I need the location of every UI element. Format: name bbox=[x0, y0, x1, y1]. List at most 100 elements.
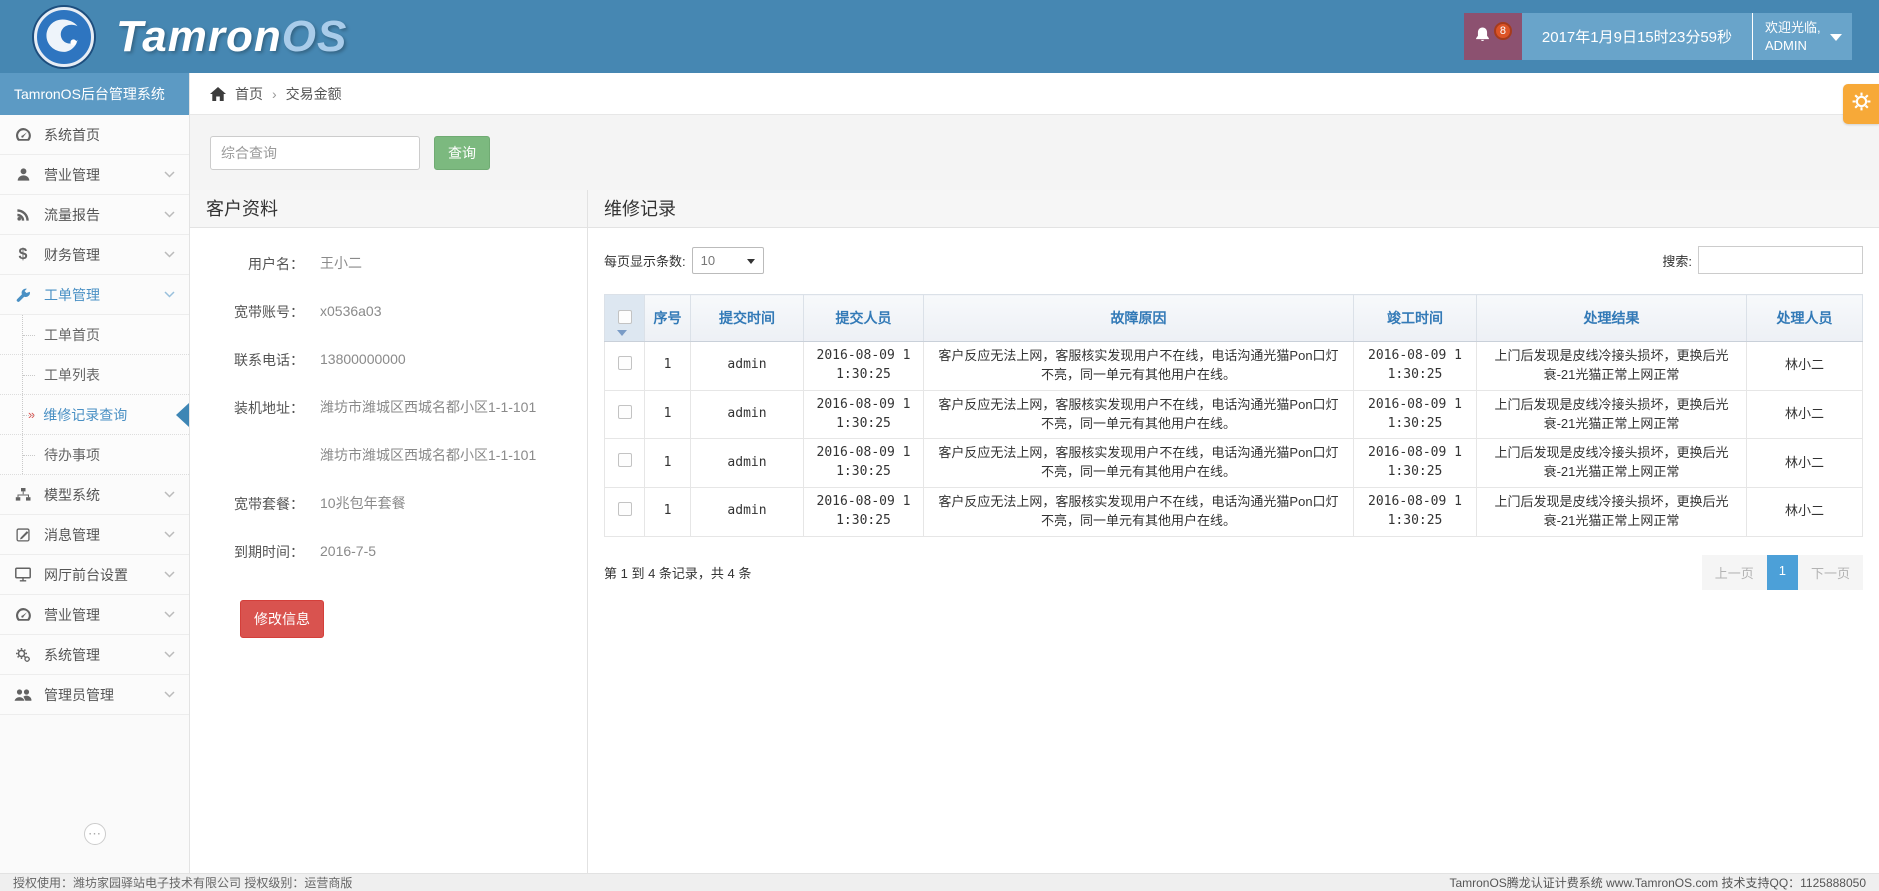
chevron-down-icon bbox=[164, 611, 175, 618]
cell-fault: 客户反应无法上网，客服核实发现用户不在线，电话沟通光猫Pon口灯不亮，同一单元有… bbox=[924, 439, 1354, 488]
dashboard-icon bbox=[14, 127, 32, 143]
table-row: 1 admin 2016-08-09 11:30:25 客户反应无法上网，客服核… bbox=[605, 390, 1863, 439]
sidebar-item-portal-settings[interactable]: 网厅前台设置 bbox=[0, 555, 189, 595]
sidebar-item-work-orders[interactable]: 工单管理 bbox=[0, 275, 189, 315]
chevron-down-icon bbox=[164, 531, 175, 538]
table-search-input[interactable] bbox=[1698, 246, 1863, 274]
sidebar-item-business[interactable]: 营业管理 bbox=[0, 155, 189, 195]
notification-badge: 8 bbox=[1494, 22, 1512, 40]
prev-page-button[interactable]: 上一页 bbox=[1702, 555, 1767, 590]
field-username: 用户名： 王小二 bbox=[208, 254, 569, 274]
field-phone: 联系电话： 13800000000 bbox=[208, 350, 569, 370]
cell-result: 上门后发现是皮线冷接头损坏，更换后光衰-21光猫正常上网正常 bbox=[1477, 342, 1747, 391]
sidebar-item-dashboard[interactable]: 系统首页 bbox=[0, 115, 189, 155]
field-install-address: 装机地址： 潍坊市潍城区西城名都小区1-1-101 bbox=[208, 398, 569, 418]
row-checkbox[interactable] bbox=[618, 502, 632, 516]
chevron-down-icon bbox=[164, 651, 175, 658]
sidebar: TamronOS后台管理系统 系统首页 营业管理 流量报告 $ 财务管理 工单管… bbox=[0, 73, 190, 873]
repair-records-table: 序号 提交时间 提交人员 故障原因 竣工时间 处理结果 处理人员 bbox=[604, 294, 1863, 537]
cell-finish-time: 2016-08-09 11:30:25 bbox=[1354, 488, 1477, 537]
dollar-icon: $ bbox=[14, 247, 32, 263]
active-notch-icon bbox=[176, 403, 189, 427]
next-page-button[interactable]: 下一页 bbox=[1798, 555, 1863, 590]
cell-finish-time: 2016-08-09 11:30:25 bbox=[1354, 439, 1477, 488]
row-checkbox[interactable] bbox=[618, 405, 632, 419]
caret-down-icon bbox=[1830, 34, 1842, 41]
sidebar-collapse-button[interactable]: ⋯ bbox=[84, 823, 106, 845]
select-all-header[interactable] bbox=[605, 295, 645, 342]
breadcrumb-separator: › bbox=[272, 86, 277, 102]
active-marker-icon: » bbox=[28, 407, 35, 422]
cell-submit-time: 2016-08-09 11:30:25 bbox=[804, 439, 924, 488]
breadcrumb-home-link[interactable]: 首页 bbox=[235, 84, 263, 104]
search-button[interactable]: 查询 bbox=[434, 136, 490, 170]
footer-product-text: TamronOS腾龙认证计费系统 www.TamronOS.com 技术支持QQ… bbox=[1449, 874, 1866, 891]
field-broadband-account: 宽带账号： x0536a03 bbox=[208, 302, 569, 322]
col-result[interactable]: 处理结果 bbox=[1477, 295, 1747, 342]
cell-seq: 1 bbox=[645, 439, 691, 488]
chevron-down-icon bbox=[164, 571, 175, 578]
cell-submit-time: 2016-08-09 11:30:25 bbox=[804, 488, 924, 537]
col-fault-reason[interactable]: 故障原因 bbox=[924, 295, 1354, 342]
field-broadband-plan: 宽带套餐： 10兆包年套餐 bbox=[208, 494, 569, 514]
brand: TamronOS bbox=[0, 7, 347, 67]
sort-caret-icon bbox=[617, 330, 627, 336]
submenu-item-repair-records[interactable]: » 维修记录查询 bbox=[0, 395, 189, 435]
notifications-button[interactable]: 8 bbox=[1464, 13, 1522, 60]
top-header: TamronOS 8 2017年1月9日15时23分59秒 欢迎光临, ADMI… bbox=[0, 0, 1879, 73]
sidebar-item-model-system[interactable]: 模型系统 bbox=[0, 475, 189, 515]
wrench-icon bbox=[14, 287, 32, 303]
cell-handler: 林小二 bbox=[1747, 488, 1863, 537]
welcome-text: 欢迎光临, bbox=[1765, 19, 1821, 37]
cell-seq: 1 bbox=[645, 390, 691, 439]
sidebar-item-finance[interactable]: $ 财务管理 bbox=[0, 235, 189, 275]
sidebar-item-traffic-report[interactable]: 流量报告 bbox=[0, 195, 189, 235]
global-search-input[interactable] bbox=[210, 136, 420, 170]
table-row: 1 admin 2016-08-09 11:30:25 客户反应无法上网，客服核… bbox=[605, 342, 1863, 391]
user-menu[interactable]: 欢迎光临, ADMIN bbox=[1752, 13, 1852, 60]
repair-records-panel: 维修记录 每页显示条数: 10 搜索: bbox=[587, 190, 1879, 873]
home-icon bbox=[210, 87, 226, 101]
sidebar-item-admin-management[interactable]: 管理员管理 bbox=[0, 675, 189, 715]
col-submit-time[interactable]: 提交时间 bbox=[691, 295, 804, 342]
cell-submitter: admin bbox=[691, 390, 804, 439]
rss-icon bbox=[14, 207, 32, 223]
col-seq[interactable]: 序号 bbox=[645, 295, 691, 342]
chevron-down-icon bbox=[164, 491, 175, 498]
col-finish-time[interactable]: 竣工时间 bbox=[1354, 295, 1477, 342]
page-1-button[interactable]: 1 bbox=[1767, 555, 1798, 590]
sidebar-item-business-2[interactable]: 营业管理 bbox=[0, 595, 189, 635]
row-checkbox[interactable] bbox=[618, 453, 632, 467]
cell-submit-time: 2016-08-09 11:30:25 bbox=[804, 342, 924, 391]
cell-handler: 林小二 bbox=[1747, 390, 1863, 439]
footer-license-text: 授权使用：潍坊家园驿站电子技术有限公司 授权级别：运营商版 bbox=[13, 874, 352, 891]
customer-panel-title: 客户资料 bbox=[190, 190, 587, 228]
page-size-label: 每页显示条数: bbox=[604, 251, 686, 270]
submenu-item-workorder-home[interactable]: 工单首页 bbox=[0, 315, 189, 355]
user-icon bbox=[14, 167, 32, 183]
cell-submitter: admin bbox=[691, 342, 804, 391]
records-panel-title: 维修记录 bbox=[588, 190, 1879, 228]
cell-submitter: admin bbox=[691, 488, 804, 537]
submenu-item-todo[interactable]: 待办事项 bbox=[0, 435, 189, 475]
gauge-icon bbox=[14, 607, 32, 623]
chevron-down-icon bbox=[164, 251, 175, 258]
sidebar-item-system-settings[interactable]: 系统管理 bbox=[0, 635, 189, 675]
col-submit-person[interactable]: 提交人员 bbox=[804, 295, 924, 342]
row-checkbox[interactable] bbox=[618, 356, 632, 370]
sidebar-item-messages[interactable]: 消息管理 bbox=[0, 515, 189, 555]
cell-fault: 客户反应无法上网，客服核实发现用户不在线，电话沟通光猫Pon口灯不亮，同一单元有… bbox=[924, 390, 1354, 439]
page-size-select[interactable]: 10 bbox=[692, 247, 764, 274]
cell-handler: 林小二 bbox=[1747, 439, 1863, 488]
select-all-checkbox[interactable] bbox=[618, 310, 632, 324]
submenu-item-workorder-list[interactable]: 工单列表 bbox=[0, 355, 189, 395]
settings-fab-button[interactable] bbox=[1843, 84, 1879, 124]
app-logo-text: TamronOS bbox=[116, 12, 347, 62]
username: ADMIN bbox=[1765, 37, 1821, 55]
gears-icon bbox=[14, 647, 32, 663]
col-handler[interactable]: 处理人员 bbox=[1747, 295, 1863, 342]
select-caret-icon bbox=[747, 259, 755, 264]
edit-info-button[interactable]: 修改信息 bbox=[240, 600, 324, 638]
datetime-display: 2017年1月9日15时23分59秒 bbox=[1522, 13, 1752, 60]
field-expire-date: 到期时间： 2016-7-5 bbox=[208, 542, 569, 562]
